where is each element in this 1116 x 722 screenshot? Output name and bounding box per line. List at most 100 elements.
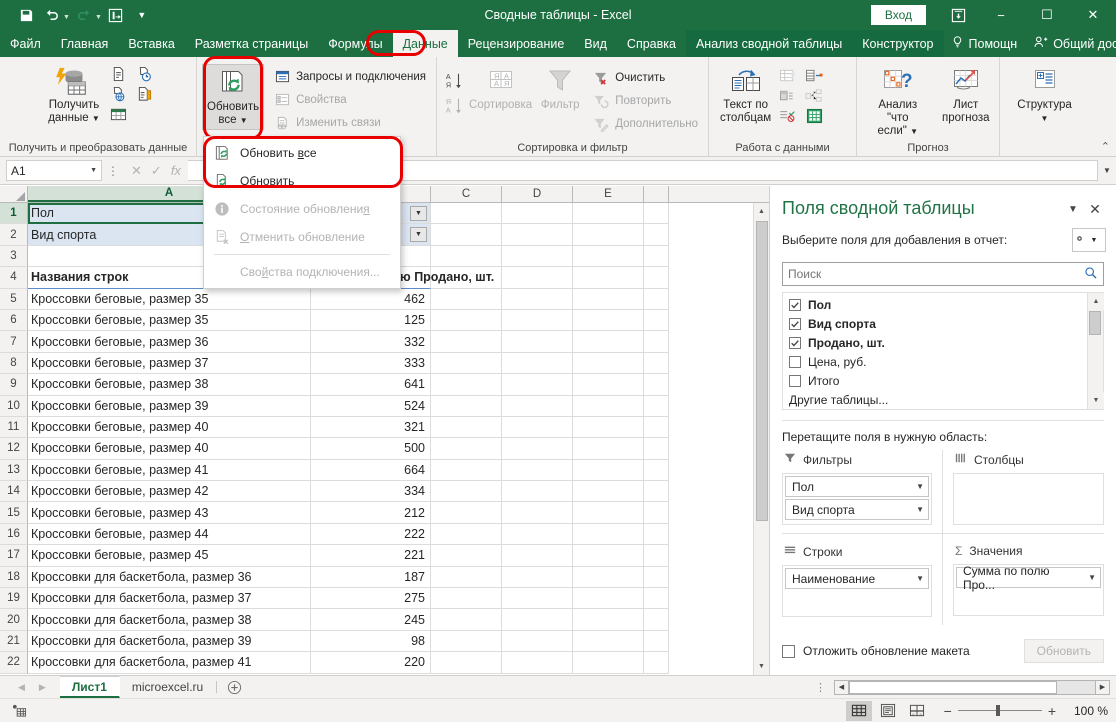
pivot-field-pill[interactable]: Вид спорта ▼ (785, 499, 929, 520)
cell-f11[interactable] (644, 416, 669, 439)
undo-icon[interactable] (40, 4, 64, 26)
row-header[interactable]: 20 (0, 609, 28, 631)
row-header[interactable]: 21 (0, 630, 28, 653)
tab-formulas[interactable]: Формулы (318, 30, 392, 57)
scroll-up-icon[interactable]: ▲ (1088, 293, 1104, 310)
cell-c11[interactable] (431, 416, 502, 439)
cell-a8[interactable]: Кроссовки беговые, размер 37 (28, 352, 311, 375)
cell-e14[interactable] (573, 481, 644, 503)
cell-a17[interactable]: Кроссовки беговые, размер 45 (28, 545, 311, 567)
cell-a15[interactable]: Кроссовки беговые, размер 43 (28, 502, 311, 524)
forecast-sheet-button[interactable]: Лист прогноза (938, 63, 994, 127)
cell-e3[interactable] (573, 245, 644, 268)
cell-c6[interactable] (431, 309, 502, 332)
cell-b13[interactable]: 664 (311, 459, 431, 482)
cell-f9[interactable] (644, 374, 669, 396)
chevron-left-icon[interactable]: ◀ (18, 682, 25, 693)
sort-ascending-button[interactable]: АЯ (442, 69, 468, 93)
more-tables-link[interactable]: Другие таблицы... (783, 389, 1087, 409)
cell-b12[interactable]: 500 (311, 438, 431, 460)
tab-help[interactable]: Справка (617, 30, 686, 57)
cell-a14[interactable]: Кроссовки беговые, размер 42 (28, 481, 311, 503)
save-icon[interactable] (14, 4, 38, 26)
page-layout-view-icon[interactable] (875, 701, 901, 721)
tab-file[interactable]: Файл (0, 30, 51, 57)
cell-e20[interactable] (573, 609, 644, 631)
cell-c12[interactable] (431, 438, 502, 460)
pivot-area-columns[interactable]: Столбцы (943, 450, 1104, 533)
existing-connections-icon[interactable] (136, 85, 154, 103)
cell-a18[interactable]: Кроссовки для баскетбола, размер 36 (28, 566, 311, 589)
cell-b10[interactable]: 524 (311, 395, 431, 417)
pivot-filter-dropdown-icon[interactable]: ▼ (410, 205, 427, 221)
cell-c5[interactable] (431, 288, 502, 310)
row-header[interactable]: 14 (0, 481, 28, 503)
cell-b17[interactable]: 221 (311, 545, 431, 567)
cell-b8[interactable]: 333 (311, 352, 431, 375)
cell-e9[interactable] (573, 374, 644, 396)
tab-pivottable-analyze[interactable]: Анализ сводной таблицы (685, 30, 853, 57)
cell-b5[interactable]: 462 (311, 288, 431, 310)
row-header[interactable]: 2 (0, 224, 28, 246)
select-all-corner[interactable] (0, 186, 28, 202)
cell-b16[interactable]: 222 (311, 523, 431, 546)
cell-f17[interactable] (644, 545, 669, 567)
scroll-right-icon[interactable]: ▶ (1095, 679, 1110, 695)
sheet-resize-handle-icon[interactable]: ⋮ (807, 676, 834, 698)
row-header[interactable]: 7 (0, 331, 28, 353)
cell-b15[interactable]: 212 (311, 502, 431, 524)
field-checkbox[interactable] (789, 317, 801, 330)
sort-descending-button[interactable]: ЯА (442, 94, 468, 118)
pivot-area-values[interactable]: Σ Значения Сумма по полю Про... ▼ (943, 533, 1104, 625)
row-header[interactable]: 4 (0, 267, 28, 289)
cell-d11[interactable] (502, 416, 573, 439)
cell-c14[interactable] (431, 481, 502, 503)
cell-a21[interactable]: Кроссовки для баскетбола, размер 39 (28, 630, 311, 653)
cell-d14[interactable] (502, 481, 573, 503)
pivot-list-scrollbar[interactable]: ▲ ▼ (1087, 293, 1104, 409)
search-icon[interactable] (1084, 266, 1098, 283)
text-to-columns-button[interactable]: Текст по столбцам (714, 63, 777, 127)
cell-f14[interactable] (644, 481, 669, 503)
cell-c10[interactable] (431, 395, 502, 417)
pivot-search-box[interactable] (782, 262, 1104, 286)
cell-c22[interactable] (431, 652, 502, 674)
cell-e21[interactable] (573, 630, 644, 653)
horizontal-scrollbar[interactable]: ◀ ▶ (834, 676, 1110, 698)
scroll-down-icon[interactable]: ▼ (1088, 392, 1104, 409)
pivot-field-item[interactable]: Пол (783, 295, 1087, 314)
cell-a16[interactable]: Кроссовки беговые, размер 44 (28, 523, 311, 546)
cell-b6[interactable]: 125 (311, 309, 431, 332)
pivot-field-pill[interactable]: Сумма по полю Про... ▼ (956, 564, 1101, 592)
cell-a19[interactable]: Кроссовки для баскетбола, размер 37 (28, 588, 311, 610)
pivot-filter-dropdown-icon[interactable]: ▼ (410, 227, 427, 243)
row-header[interactable]: 19 (0, 588, 28, 610)
pivot-area-filters[interactable]: Фильтры Пол ▼ Вид спорта ▼ (782, 450, 943, 533)
cell-f3[interactable] (644, 245, 669, 268)
tab-data[interactable]: Данные (392, 30, 458, 57)
cell-a9[interactable]: Кроссовки беговые, размер 38 (28, 374, 311, 396)
cell-a12[interactable]: Кроссовки беговые, размер 40 (28, 438, 311, 460)
pivot-scroll-thumb[interactable] (1089, 311, 1101, 335)
cell-f21[interactable] (644, 630, 669, 653)
cell-a5[interactable]: Кроссовки беговые, размер 35 (28, 288, 311, 310)
cell-e13[interactable] (573, 459, 644, 482)
cell-f22[interactable] (644, 652, 669, 674)
row-header[interactable]: 11 (0, 416, 28, 439)
maximize-button[interactable]: ☐ (1024, 0, 1070, 30)
what-if-analysis-button[interactable]: ? Анализ "что если" ▼ (862, 63, 934, 140)
cell-c15[interactable] (431, 502, 502, 524)
cell-a10[interactable]: Кроссовки беговые, размер 39 (28, 395, 311, 417)
queries-connections-button[interactable]: Запросы и подключения (270, 66, 431, 88)
cell-c1[interactable] (431, 203, 502, 225)
pivot-field-pill[interactable]: Пол ▼ (785, 476, 929, 497)
normal-view-icon[interactable] (845, 700, 872, 721)
cell-d12[interactable] (502, 438, 573, 460)
scroll-left-icon[interactable]: ◀ (834, 679, 849, 695)
cell-a13[interactable]: Кроссовки беговые, размер 41 (28, 459, 311, 482)
tab-design[interactable]: Конструктор (852, 30, 944, 57)
vertical-scrollbar[interactable]: ▲ ▼ (753, 203, 769, 675)
clear-filter-button[interactable]: Очистить (589, 67, 703, 89)
cell-d18[interactable] (502, 566, 573, 589)
cell-e19[interactable] (573, 588, 644, 610)
